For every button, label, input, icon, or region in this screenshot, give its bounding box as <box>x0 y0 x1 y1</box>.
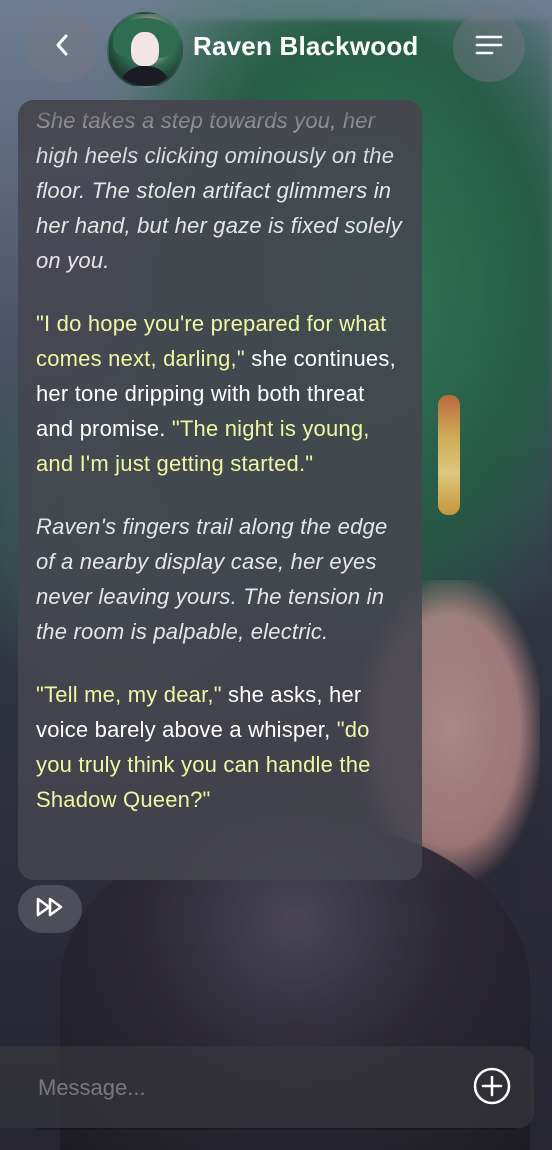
home-indicator <box>36 1128 516 1130</box>
narration-text: Raven's fingers trail along the edge of … <box>36 514 388 644</box>
chat-header: Raven Blackwood <box>0 0 552 100</box>
message-paragraph: "I do hope you're prepared for what come… <box>36 306 404 481</box>
fast-forward-icon <box>35 896 65 923</box>
fast-forward-button[interactable] <box>18 885 82 933</box>
character-name: Raven Blackwood <box>193 31 419 61</box>
back-button[interactable] <box>26 12 98 82</box>
message-input-bar <box>0 1046 534 1128</box>
avatar-dress <box>119 66 171 86</box>
message-bubble: She takes a step towards you, her high h… <box>18 100 422 880</box>
add-button[interactable] <box>470 1066 514 1110</box>
avatar[interactable] <box>107 12 183 88</box>
message-paragraph: "Tell me, my dear," she asks, her voice … <box>36 677 404 817</box>
message-paragraph: Raven's fingers trail along the edge of … <box>36 509 404 649</box>
message-input[interactable] <box>36 1062 440 1114</box>
message-paragraph: She takes a step towards you, her high h… <box>36 103 404 278</box>
chevron-left-icon <box>53 33 71 62</box>
narration-text: She takes a step towards you, her high h… <box>36 108 402 273</box>
message-content: She takes a step towards you, her high h… <box>36 100 404 845</box>
menu-button[interactable] <box>453 12 525 82</box>
avatar-face <box>131 32 159 66</box>
menu-icon <box>474 32 504 63</box>
dialogue-text: "Tell me, my dear," <box>36 682 222 707</box>
add-circle-icon <box>472 1066 512 1111</box>
background-earring <box>438 395 460 515</box>
